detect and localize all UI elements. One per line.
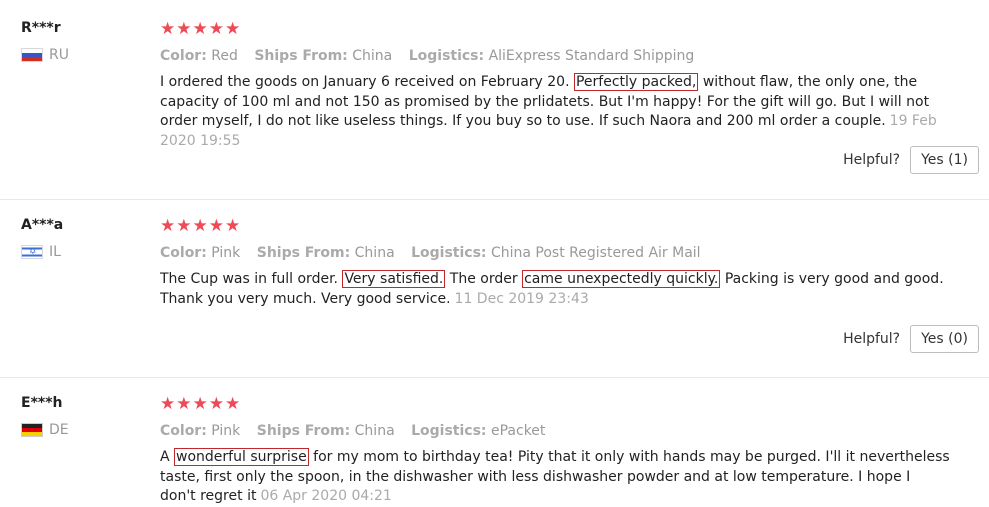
ships-from-label: Ships From: xyxy=(256,245,351,261)
highlight-box: came unexpectedly quickly. xyxy=(522,270,721,288)
logistics-label: Logistics: xyxy=(411,423,487,439)
color-label: Color: xyxy=(160,245,207,261)
review-text: A wonderful surprise for my mom to birth… xyxy=(160,448,950,507)
helpful-yes-button[interactable]: Yes (0) xyxy=(910,325,979,353)
country-code: DE xyxy=(49,422,69,438)
review-meta: Color: Pink Ships From: China Logistics:… xyxy=(160,422,981,440)
reviewer-country: DE xyxy=(21,422,69,438)
logistics-value: China Post Registered Air Mail xyxy=(490,245,701,261)
review-item: A***a IL ★★★★★ Color: Pink Ships From: C… xyxy=(0,200,989,378)
highlight-box: wonderful surprise xyxy=(174,448,309,466)
review-content: ★★★★★ Color: Red Ships From: China Logis… xyxy=(160,20,981,151)
reviewer-country: RU xyxy=(21,47,69,63)
review-text-part: A xyxy=(160,449,175,465)
reviewer-name: A***a xyxy=(21,217,64,233)
review-meta: Color: Red Ships From: China Logistics: … xyxy=(160,47,981,65)
ships-from-value: China xyxy=(352,48,393,64)
review-text-part: The Cup was in full order. xyxy=(160,271,343,287)
helpful-section: Helpful? Yes (0) xyxy=(843,325,979,353)
ships-from-value: China xyxy=(354,245,395,261)
ships-from-value: China xyxy=(354,423,395,439)
germany-flag-icon xyxy=(21,423,43,437)
helpful-yes-button[interactable]: Yes (1) xyxy=(910,146,979,174)
review-content: ★★★★★ Color: Pink Ships From: China Logi… xyxy=(160,395,981,507)
review-item: R***r RU ★★★★★ Color: Red Ships From: Ch… xyxy=(0,0,989,200)
review-text-part: I ordered the goods on January 6 receive… xyxy=(160,74,574,90)
color-value: Pink xyxy=(211,245,241,261)
color-label: Color: xyxy=(160,48,207,64)
review-text: The Cup was in full order. Very satisfie… xyxy=(160,270,950,309)
logistics-value: AliExpress Standard Shipping xyxy=(488,48,695,64)
reviewer-name: R***r xyxy=(21,20,61,36)
reviewer-info: A***a IL xyxy=(21,216,63,260)
star-rating: ★★★★★ xyxy=(160,394,242,414)
logistics-label: Logistics: xyxy=(408,48,485,64)
israel-flag-icon xyxy=(21,245,43,259)
helpful-label: Helpful? xyxy=(843,152,901,168)
reviewer-name: E***h xyxy=(21,395,63,411)
reviewer-info: R***r RU xyxy=(21,19,69,63)
country-code: IL xyxy=(49,244,61,260)
logistics-value: ePacket xyxy=(490,423,546,439)
ships-from-label: Ships From: xyxy=(254,48,348,64)
review-text: I ordered the goods on January 6 receive… xyxy=(160,73,950,151)
review-date: 11 Dec 2019 23:43 xyxy=(454,290,589,307)
review-text-part: The order xyxy=(445,271,523,287)
review-meta: Color: Pink Ships From: China Logistics:… xyxy=(160,244,981,262)
highlight-box: Very satisfied. xyxy=(342,270,446,288)
ships-from-label: Ships From: xyxy=(256,423,351,439)
color-value: Pink xyxy=(211,423,241,439)
logistics-label: Logistics: xyxy=(411,245,487,261)
helpful-label: Helpful? xyxy=(843,331,901,347)
color-value: Red xyxy=(211,48,238,64)
highlight-box: Perfectly packed, xyxy=(573,73,699,91)
star-rating: ★★★★★ xyxy=(160,19,242,39)
russia-flag-icon xyxy=(21,48,43,62)
reviewer-country: IL xyxy=(21,244,63,260)
helpful-section: Helpful? Yes (1) xyxy=(843,146,979,174)
country-code: RU xyxy=(49,47,69,63)
review-item: E***h DE ★★★★★ Color: Pink Ships From: C… xyxy=(0,378,989,504)
review-content: ★★★★★ Color: Pink Ships From: China Logi… xyxy=(160,217,981,309)
reviewer-info: E***h DE xyxy=(21,394,69,438)
star-rating: ★★★★★ xyxy=(160,216,242,236)
color-label: Color: xyxy=(160,423,207,439)
